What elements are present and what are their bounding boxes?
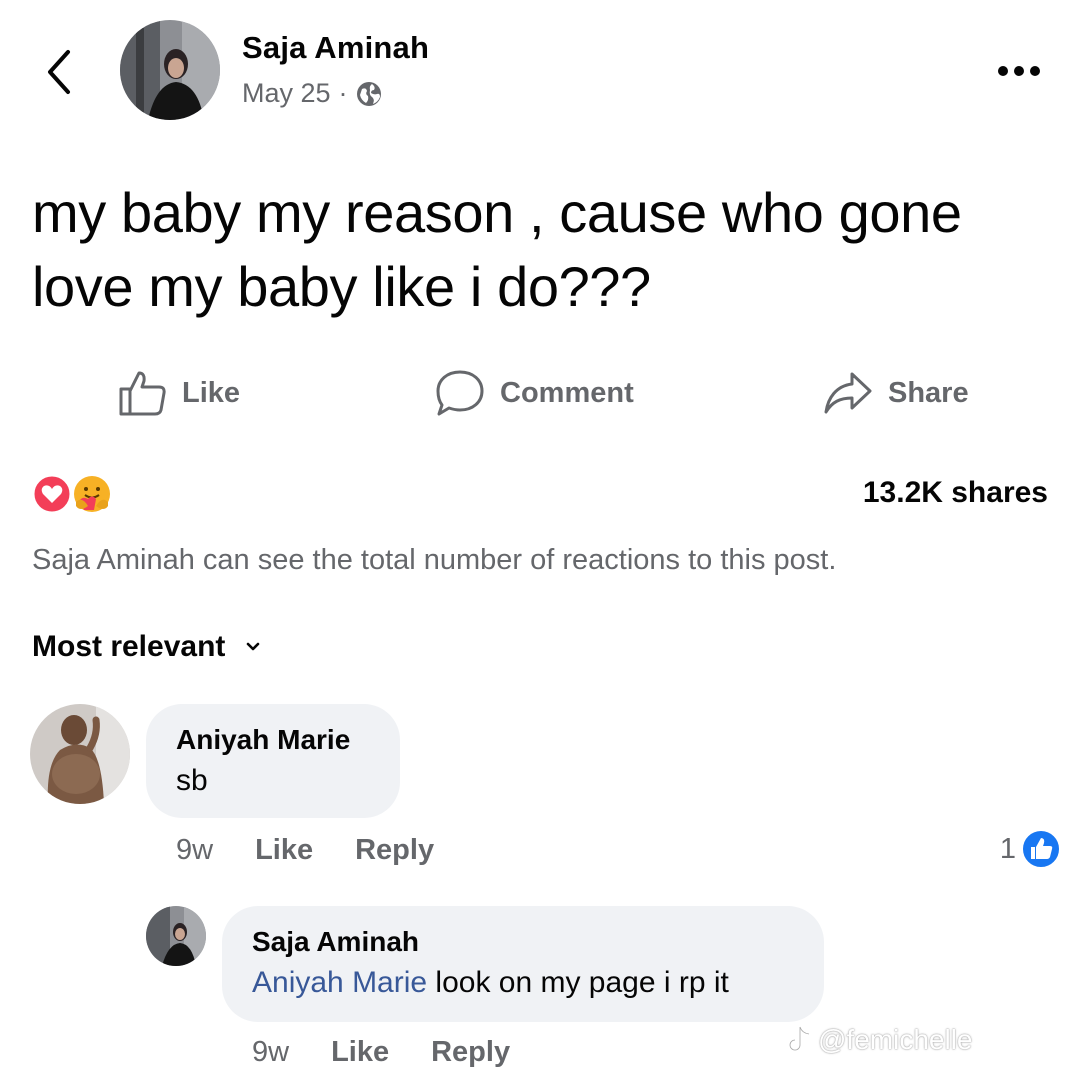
reaction-icons[interactable] — [30, 472, 120, 516]
comment-label: Comment — [500, 376, 634, 409]
thumbs-up-icon — [119, 371, 166, 416]
comment-reply-button[interactable]: Reply — [355, 834, 434, 867]
comment-actions: 9w Like Reply — [176, 834, 476, 867]
reply-bubble[interactable] — [222, 906, 824, 1022]
reply-author[interactable]: Saja Aminah — [252, 926, 419, 958]
author-name[interactable]: Saja Aminah — [242, 30, 429, 66]
post-text: my baby my reason , cause who gone love … — [32, 181, 962, 318]
chevron-down-icon — [247, 642, 260, 651]
chevron-left-icon — [48, 50, 70, 94]
reply-time[interactable]: 9w — [252, 1036, 289, 1069]
back-button[interactable] — [40, 44, 80, 100]
comment-text: sb — [176, 764, 208, 797]
reply-mention[interactable]: Aniyah Marie — [252, 966, 427, 999]
globe-icon — [356, 81, 381, 106]
care-reaction-icon — [72, 474, 112, 514]
reply-actions: 9w Like Reply — [252, 1036, 552, 1069]
like-label: Like — [182, 376, 241, 409]
reply-like-button[interactable]: Like — [331, 1036, 389, 1069]
like-button[interactable]: Like — [118, 366, 240, 420]
like-reaction-icon — [1021, 829, 1061, 869]
watermark: @femichelle — [786, 1024, 972, 1056]
sort-label: Most relevant — [32, 630, 226, 663]
meta-separator: · — [338, 78, 348, 108]
reactions-notice: Saja Aminah can see the total number of … — [32, 544, 837, 576]
watermark-text: @femichelle — [818, 1024, 973, 1055]
reply-author-avatar[interactable] — [146, 906, 206, 966]
share-button[interactable]: Share — [822, 366, 969, 420]
post-date[interactable]: May 25 — [242, 78, 331, 109]
reply-reply-button[interactable]: Reply — [431, 1036, 510, 1069]
more-dot — [1014, 66, 1024, 76]
reply-text: Aniyah Marie look on my page i rp it — [252, 966, 729, 1000]
commenter-avatar[interactable] — [30, 704, 130, 804]
author-avatar[interactable] — [120, 20, 220, 120]
comment-bubble[interactable] — [146, 704, 400, 818]
comment-like-button[interactable]: Like — [255, 834, 313, 867]
comment-time[interactable]: 9w — [176, 834, 213, 867]
comment-like-count[interactable]: 1 — [1000, 828, 1062, 870]
more-horizontal-icon — [998, 66, 1008, 76]
share-label: Share — [888, 376, 969, 409]
comments-sort-dropdown[interactable]: Most relevant — [32, 630, 261, 664]
reply-body: look on my page i rp it — [427, 966, 729, 999]
post-meta: May 25 · — [242, 78, 382, 109]
shares-count[interactable]: 13.2K shares — [863, 476, 1048, 510]
comment-button[interactable]: Comment — [434, 366, 634, 420]
love-reaction-icon — [31, 473, 73, 515]
share-icon — [824, 372, 872, 414]
like-count-number: 1 — [999, 832, 1016, 865]
tiktok-icon — [788, 1025, 811, 1052]
more-dot — [1030, 66, 1040, 76]
comment-icon — [436, 370, 484, 416]
comment-author[interactable]: Aniyah Marie — [176, 724, 350, 756]
more-options-button[interactable] — [994, 56, 1044, 86]
